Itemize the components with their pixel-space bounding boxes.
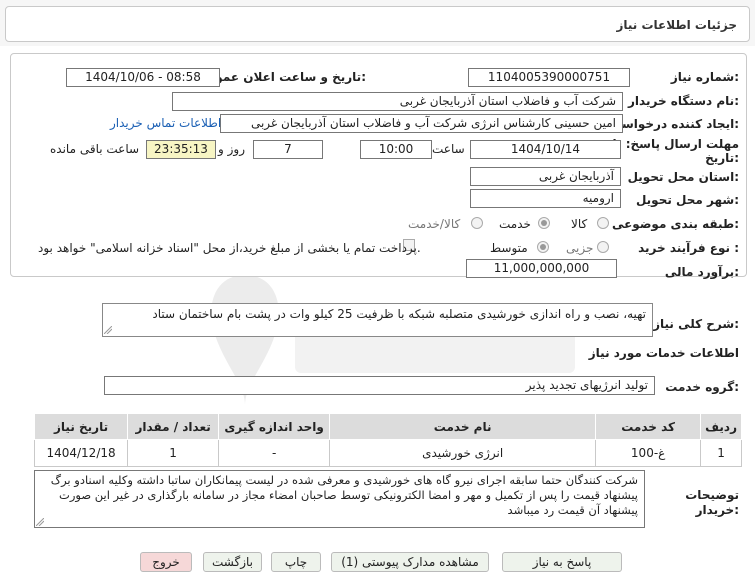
process-option-minor-label: جزیی [566,241,594,255]
cell-need-date: 1404/12/18 [33,439,129,467]
services-section-title: اطلاعات خدمات مورد نیاز [588,346,739,360]
category-option-both-radio[interactable] [471,217,483,229]
process-option-medium-radio[interactable] [537,241,549,253]
process-type-label: نوع فرآیند خرید : [638,241,739,255]
requester-label: ایجاد کننده درخواست: [609,117,739,131]
treasury-bonds-note: پرداخت تمام یا بخشی از مبلغ خرید،از محل … [38,241,421,255]
deadline-time-field[interactable]: 10:00 [360,140,432,159]
header-bar: جزئیات اطلاعات نیاز [0,0,755,46]
estimate-field[interactable]: 11,000,000,000 [466,259,617,278]
cell-unit: - [218,439,331,467]
print-button[interactable]: چاپ [271,552,321,572]
deadline-days-label: روز و [218,142,245,156]
buyer-notes-label-1: توضیحات [685,488,739,502]
city-field[interactable]: ارومیه [470,189,621,208]
process-option-minor-radio[interactable] [597,241,609,253]
announce-datetime-field[interactable]: 1404/10/06 - 08:58 [66,68,220,87]
estimate-label: برآورد مالی: [664,265,739,279]
category-option-service-radio[interactable] [538,217,550,229]
summary-field[interactable]: تهیه، نصب و راه اندازی خورشیدی متصلبه شب… [102,303,653,337]
col-header-need-date: تاریخ نیاز [33,413,129,440]
col-header-quantity: تعداد / مقدار [127,413,220,440]
table-row[interactable]: 1 غ-100 انرژی خورشیدی - 1 1404/12/18 [33,439,742,467]
buyer-org-label: نام دستگاه خریدار: [628,94,739,108]
deadline-days-field[interactable]: 7 [253,140,323,159]
cell-row-number: 1 [700,439,742,467]
summary-label: شرح کلی نیاز: [653,317,739,331]
deadline-label-2: تاریخ: [705,151,739,165]
col-header-service-name: نام خدمت [329,413,597,440]
deadline-date-field[interactable]: 1404/10/14 [470,140,621,159]
exit-button[interactable]: خروج [140,552,192,572]
remaining-time-label: ساعت باقی مانده [50,142,140,156]
buyer-contact-link[interactable]: اطلاعات تماس خریدار [110,116,221,130]
category-option-goods-label: کالا [571,217,588,231]
category-label: طبقه بندی موضوعی: [611,217,739,231]
process-option-medium-label: متوسط [490,241,528,255]
buyer-notes-text: شرکت کنندگان حتما سابقه اجرای نیرو گاه ه… [50,473,638,517]
services-table: ردیف کد خدمت نام خدمت واحد اندازه گیری ت… [33,413,742,467]
col-header-unit: واحد اندازه گیری [218,413,331,440]
need-number-label: شماره نیاز: [670,70,739,84]
watermark-logo [211,275,575,405]
remaining-time-field: 23:35:13 [146,140,216,159]
view-attachments-button[interactable]: مشاهده مدارک پیوستی (1) [331,552,489,572]
deadline-label-1: مهلت ارسال پاسخ: تا [612,137,740,151]
category-option-service-label: خدمت [499,217,531,231]
requester-field[interactable]: امین حسینی کارشناس انرژی شرکت آب و فاضلا… [220,114,623,133]
cell-service-code: غ-100 [595,439,702,467]
buyer-org-field[interactable]: شرکت آب و فاضلاب استان آذربایجان غربی [172,92,623,111]
cell-quantity: 1 [127,439,220,467]
back-button[interactable]: بازگشت [203,552,262,572]
service-group-field[interactable]: تولید انرژیهای تجدید پذیر [104,376,655,395]
header-box: جزئیات اطلاعات نیاز [5,6,750,42]
city-label: شهر محل تحویل: [635,193,739,207]
page-title: جزئیات اطلاعات نیاز [616,18,737,32]
service-group-label: گروه خدمت: [665,380,739,394]
province-label: استان محل تحویل: [627,170,739,184]
announce-datetime-label: تاریخ و ساعت اعلان عمومی: [195,70,366,84]
resize-grip-icon[interactable] [104,326,112,334]
category-option-both-label: کالا/خدمت [408,217,461,231]
deadline-time-label: ساعت [432,142,465,156]
need-number-field[interactable]: 1104005390000751 [468,68,630,87]
resize-grip-icon[interactable] [36,518,44,526]
category-option-goods-radio[interactable] [597,217,609,229]
summary-text: تهیه، نصب و راه اندازی خورشیدی متصلبه شب… [152,307,646,321]
buyer-notes-label-2: خریدار: [695,503,739,517]
cell-service-name: انرژی خورشیدی [329,439,597,467]
buyer-notes-field[interactable]: شرکت کنندگان حتما سابقه اجرای نیرو گاه ه… [34,470,645,528]
reply-to-need-button[interactable]: پاسخ به نیاز [502,552,622,572]
col-header-row-number: ردیف [700,413,742,440]
services-table-header: ردیف کد خدمت نام خدمت واحد اندازه گیری ت… [33,413,742,440]
col-header-service-code: کد خدمت [595,413,702,440]
province-field[interactable]: آذربایجان غربی [470,167,621,186]
